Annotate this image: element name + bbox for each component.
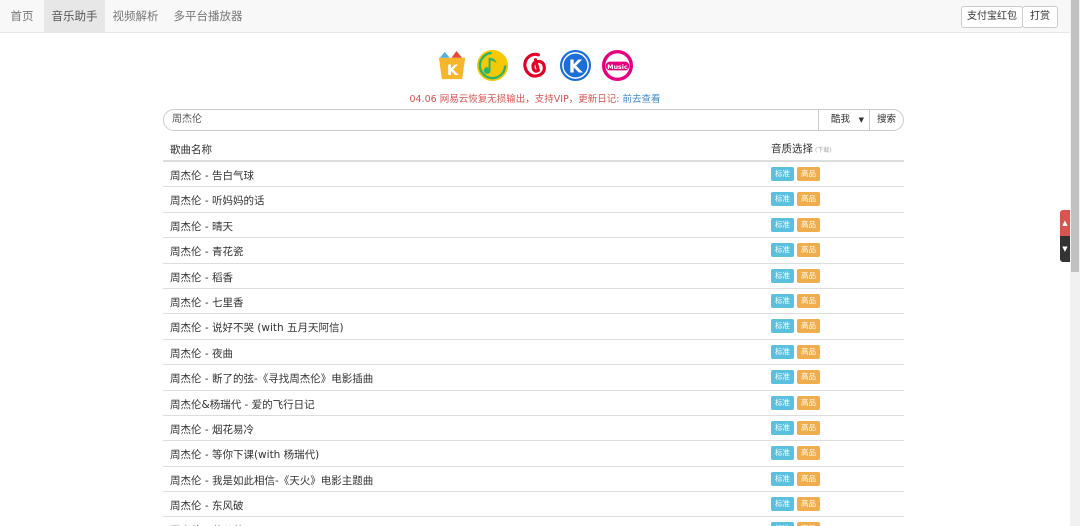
table-row: 周杰伦 - 晴天 标准 高品	[163, 213, 904, 239]
song-title: 周杰伦 - 断了的弦-《寻找周杰伦》电影插曲	[170, 373, 374, 386]
kugou-logo-icon[interactable]: K	[559, 49, 592, 82]
song-title: 周杰伦 - 烟花易冷	[170, 423, 254, 436]
table-row: 周杰伦 - 说好不哭 (with 五月天阿信) 标准 高品	[163, 314, 904, 340]
table-row: 周杰伦 - 稻香 标准 高品	[163, 264, 904, 289]
download-high-quality-button[interactable]: 高品	[797, 471, 820, 486]
download-high-quality-button[interactable]: 高品	[797, 217, 820, 232]
download-standard-button[interactable]: 标准	[771, 268, 794, 283]
table-header: 歌曲名称 音质选择 (下载)	[163, 136, 904, 162]
svg-text:K: K	[569, 57, 584, 77]
table-row: 周杰伦 - 青花瓷 标准 高品	[163, 238, 904, 264]
download-high-quality-button[interactable]: 高品	[797, 344, 820, 359]
download-high-quality-button[interactable]: 高品	[797, 420, 820, 435]
download-high-quality-button[interactable]: 高品	[797, 319, 820, 334]
song-title: 周杰伦 - 说好不哭 (with 五月天阿信)	[170, 322, 344, 335]
nav-home[interactable]: 首页	[0, 0, 44, 33]
download-standard-button[interactable]: 标准	[771, 217, 794, 232]
table-row: 周杰伦 - 等你下课(with 杨瑞代) 标准 高品	[163, 441, 904, 467]
download-high-quality-button[interactable]: 高品	[797, 167, 820, 181]
donate-button[interactable]: 打赏	[1022, 6, 1058, 28]
download-standard-button[interactable]: 标准	[771, 192, 794, 207]
download-standard-button[interactable]: 标准	[771, 522, 794, 526]
update-notice: 04.06 网易云恢复无损输出，支持VIP，更新日记: 前去查看	[0, 91, 1070, 105]
song-title: 周杰伦&杨瑞代 - 爱的飞行日记	[170, 398, 315, 411]
song-title: 周杰伦 - 七里香	[170, 296, 244, 309]
source-select[interactable]: 酷我 ▼	[818, 109, 870, 131]
download-high-quality-button[interactable]: 高品	[797, 446, 820, 461]
table-row: 周杰伦 - 我是如此相信-《天火》电影主题曲 标准 高品	[163, 467, 904, 493]
table-row: 周杰伦 - 断了的弦-《寻找周杰伦》电影插曲 标准 高品	[163, 365, 904, 391]
scroll-top-button[interactable]: ▲	[1060, 210, 1070, 236]
song-title: 周杰伦 - 我是如此相信-《天火》电影主题曲	[170, 474, 374, 487]
notice-text: 04.06 网易云恢复无损输出，支持VIP，更新日记:	[409, 94, 623, 105]
download-standard-button[interactable]: 标准	[771, 344, 794, 359]
col-quality: 音质选择 (下载)	[771, 141, 832, 156]
download-standard-button[interactable]: 标准	[771, 497, 794, 512]
song-title: 周杰伦 - 稻香	[170, 271, 233, 284]
col-song-name: 歌曲名称	[170, 144, 212, 156]
song-title: 周杰伦 - 东风破	[170, 500, 244, 513]
table-row: 周杰伦 - 蒲公英标准高品	[163, 517, 904, 526]
song-title: 周杰伦 - 等你下课(with 杨瑞代)	[170, 449, 320, 462]
download-high-quality-button[interactable]: 高品	[797, 370, 820, 385]
download-standard-button[interactable]: 标准	[771, 319, 794, 334]
table-row: 周杰伦&杨瑞代 - 爱的飞行日记 标准 高品	[163, 391, 904, 416]
svg-text:K: K	[447, 62, 459, 79]
table-row: 周杰伦 - 七里香 标准 高品	[163, 289, 904, 315]
download-high-quality-button[interactable]: 高品	[797, 522, 820, 526]
download-standard-button[interactable]: 标准	[771, 243, 794, 258]
download-high-quality-button[interactable]: 高品	[797, 497, 820, 512]
migu-music-logo-icon[interactable]: Music	[601, 49, 634, 82]
search-input[interactable]: 周杰伦	[163, 109, 819, 131]
page-scrollbar[interactable]	[1070, 0, 1080, 526]
download-high-quality-button[interactable]: 高品	[797, 293, 820, 308]
kuwo-logo-icon[interactable]: K	[436, 49, 469, 82]
chevron-down-icon: ▼	[858, 116, 864, 124]
download-high-quality-button[interactable]: 高品	[797, 243, 820, 258]
platform-logos: K K Music	[436, 49, 636, 83]
download-standard-button[interactable]: 标准	[771, 471, 794, 486]
table-row: 周杰伦 - 听妈妈的话 标准 高品	[163, 187, 904, 213]
download-standard-button[interactable]: 标准	[771, 420, 794, 435]
table-body: 周杰伦 - 告白气球 标准 高品 周杰伦 - 听妈妈的话 标准 高品 周杰伦 - 晴天 标准高…	[163, 162, 904, 526]
song-title: 周杰伦 - 告白气球	[170, 170, 254, 182]
nav-video-parse[interactable]: 视频解析	[105, 0, 166, 33]
download-standard-button[interactable]: 标准	[771, 446, 794, 461]
download-high-quality-button[interactable]: 高品	[797, 395, 820, 410]
changelog-link[interactable]: 前去查看	[622, 94, 660, 105]
scrollbar-thumb[interactable]	[1071, 0, 1079, 272]
song-title: 周杰伦 - 晴天	[170, 220, 233, 233]
download-high-quality-button[interactable]: 高品	[797, 268, 820, 283]
netease-music-logo-icon[interactable]	[518, 49, 551, 82]
top-navbar: 首页 音乐助手 视频解析 多平台播放器 支付宝红包 打赏	[0, 0, 1070, 33]
source-select-value: 酷我	[831, 114, 851, 125]
table-row: 周杰伦 - 告白气球 标准 高品	[163, 162, 904, 188]
download-standard-button[interactable]: 标准	[771, 395, 794, 410]
download-standard-button[interactable]: 标准	[771, 293, 794, 308]
download-standard-button[interactable]: 标准	[771, 167, 794, 181]
col-quality-hint: (下载)	[815, 147, 832, 154]
scroll-bottom-button[interactable]: ▼	[1060, 236, 1070, 262]
download-high-quality-button[interactable]: 高品	[797, 192, 820, 207]
results-table: 歌曲名称 音质选择 (下载) 周杰伦 - 告白气球 标准 高品 周杰伦 - 听妈妈的话标…	[163, 136, 904, 526]
song-title: 周杰伦 - 夜曲	[170, 347, 233, 360]
qq-music-logo-icon[interactable]	[476, 49, 509, 82]
nav-music-helper[interactable]: 音乐助手	[44, 0, 105, 33]
song-title: 周杰伦 - 青花瓷	[170, 246, 244, 259]
svg-text:Music: Music	[607, 64, 628, 71]
nav-multi-player[interactable]: 多平台播放器	[166, 0, 250, 33]
search-bar: 周杰伦 酷我 ▼ 搜索	[163, 109, 904, 131]
search-button[interactable]: 搜索	[869, 109, 904, 131]
table-row: 周杰伦 - 东风破 标准 高品	[163, 492, 904, 518]
table-row: 周杰伦 - 夜曲 标准 高品	[163, 340, 904, 366]
col-quality-label: 音质选择	[771, 143, 813, 155]
alipay-redpacket-button[interactable]: 支付宝红包	[961, 6, 1023, 28]
download-standard-button[interactable]: 标准	[771, 370, 794, 385]
table-row: 周杰伦 - 烟花易冷 标准 高品	[163, 416, 904, 442]
song-title: 周杰伦 - 听妈妈的话	[170, 195, 265, 208]
